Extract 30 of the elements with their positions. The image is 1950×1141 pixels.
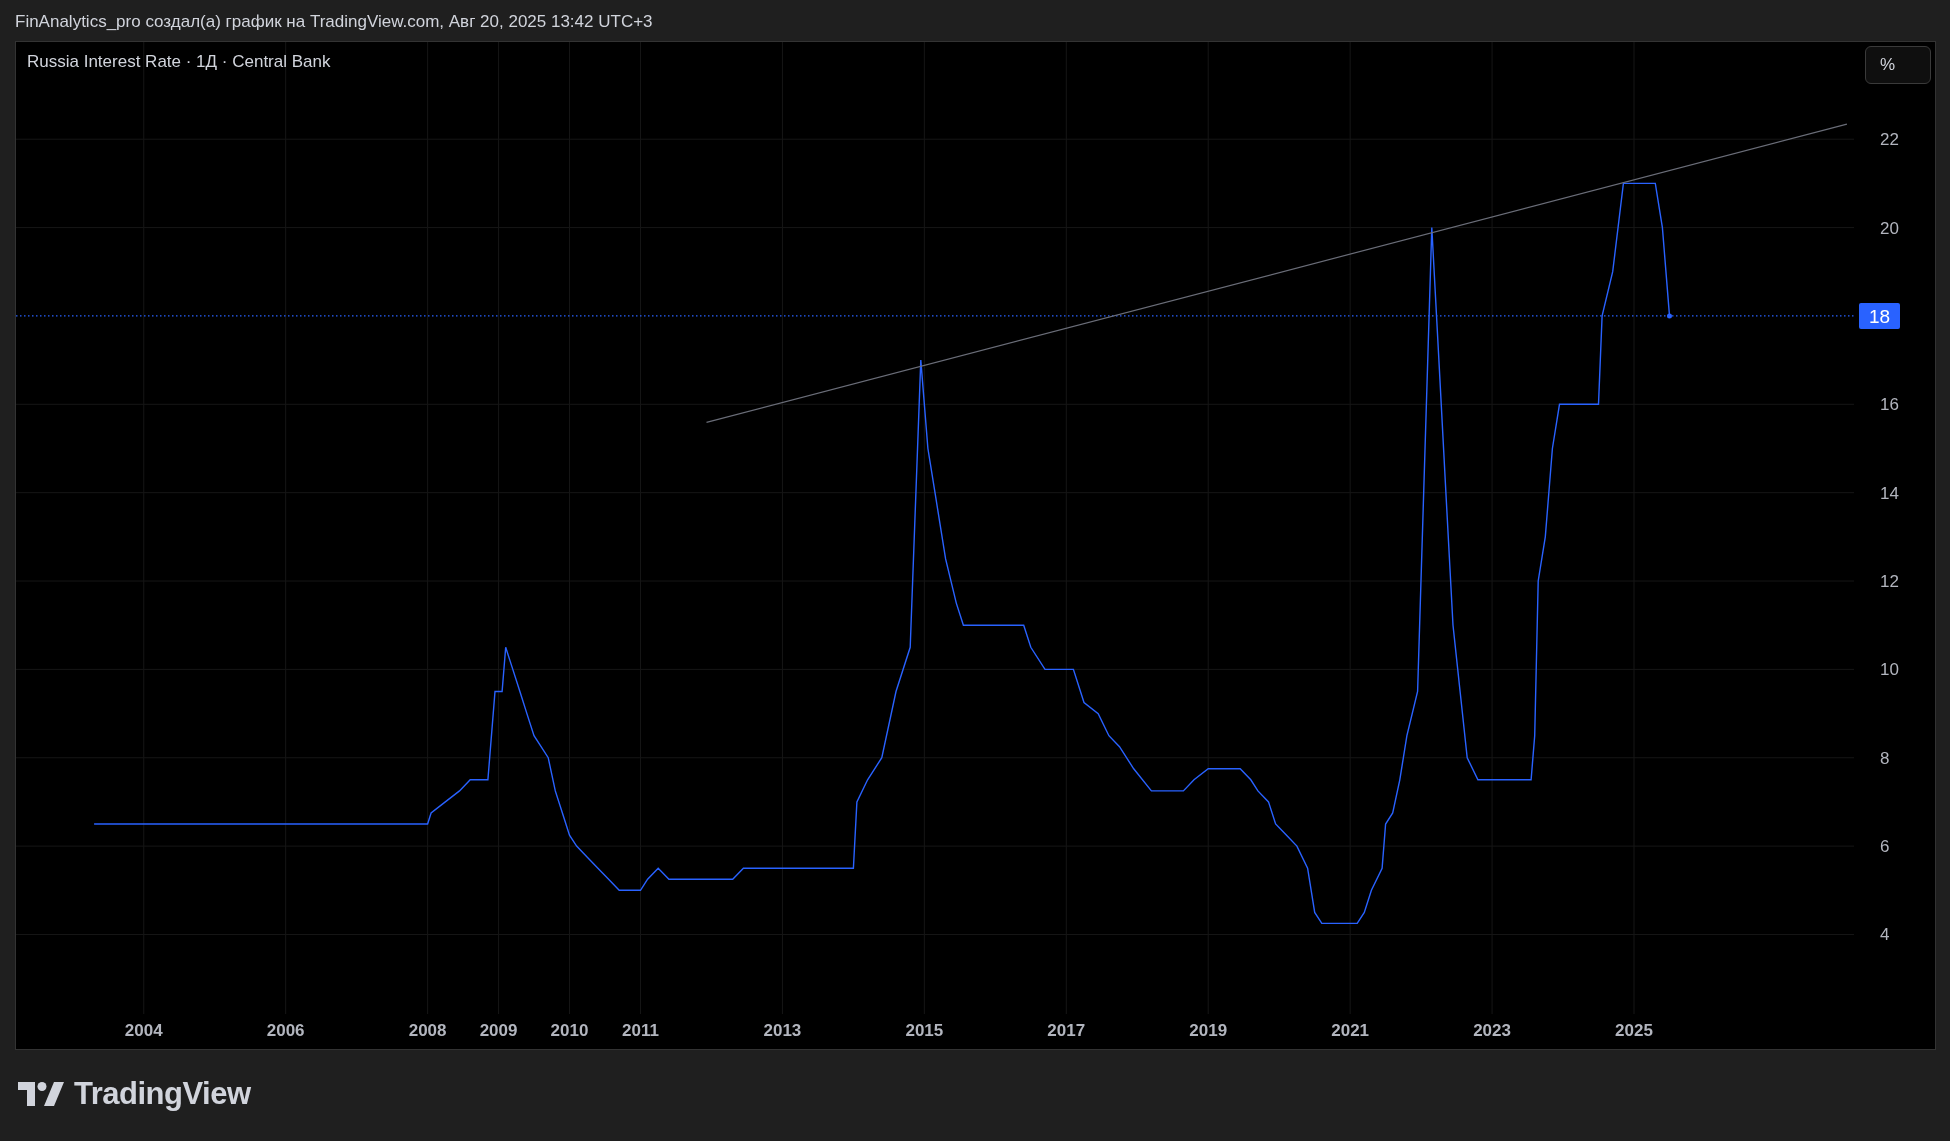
last-point-icon [1667,313,1672,319]
logo-icon [18,1082,64,1106]
x-axis-label: 2011 [622,1021,659,1040]
x-axis-label: 2004 [124,1021,163,1040]
x-axis-label: 2009 [479,1021,518,1040]
x-axis-label: 2025 [1615,1021,1653,1040]
y-axis-label: 16 [1880,395,1899,415]
y-axis-label: 8 [1880,748,1890,768]
x-axis-label: 2010 [550,1021,589,1040]
logo-text: TradingView [74,1076,251,1112]
scale-button[interactable]: % [1865,46,1931,84]
x-axis-label: 2023 [1473,1021,1511,1040]
y-axis-label: 20 [1880,218,1899,238]
chart-title: Russia Interest Rate · 1Д · Central Bank [27,52,331,72]
y-axis-label: 6 [1880,837,1890,857]
x-axis-label: 2006 [266,1021,305,1040]
ref-line-label: 18 [1868,305,1891,327]
x-axis-label: 2013 [763,1021,802,1040]
x-axis-label: 2008 [408,1021,447,1040]
price-badge: 18 [1859,302,1900,329]
y-axis-label: 10 [1880,660,1899,680]
y-axis-label: 14 [1880,483,1899,503]
x-axis-label: 2021 [1331,1021,1370,1040]
x-axis-label: 2015 [905,1021,944,1040]
attribution-text: FinAnalytics_pro создал(а) график на TradingView.com, Авг 20, 2025 13:42 UTC+3 [14,11,654,33]
x-axis-label: 2017 [1047,1021,1086,1040]
y-axis-label: 4 [1880,925,1890,945]
x-axis-label: 2019 [1189,1021,1228,1040]
y-axis-label: 22 [1880,130,1899,150]
y-axis-label: 12 [1880,572,1899,591]
